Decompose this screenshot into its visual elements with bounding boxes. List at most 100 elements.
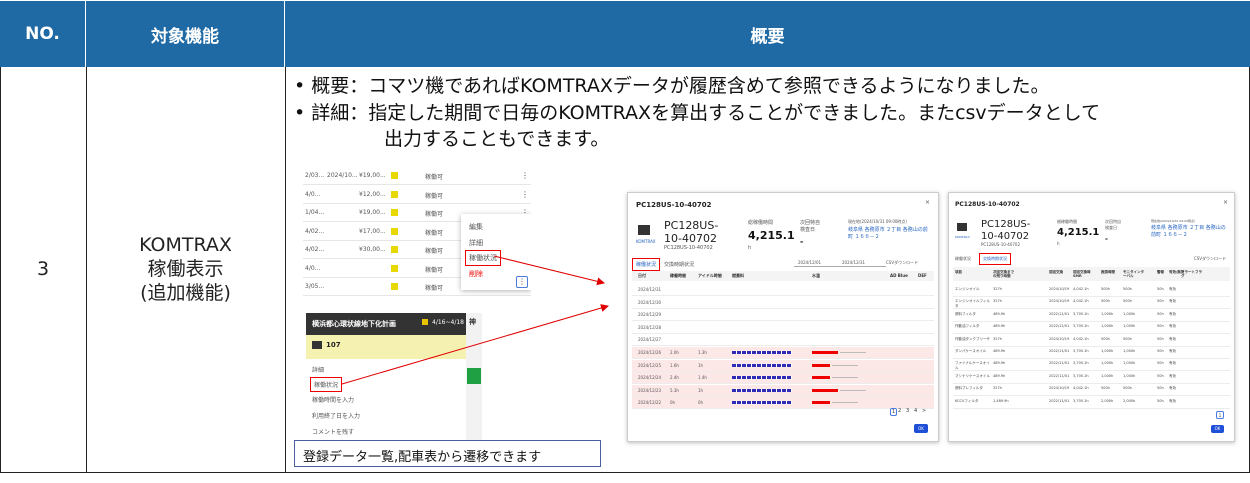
location-value: 岐阜県 各務原市 ２丁目 各務山の前町 １６６－２ [848, 227, 928, 240]
detail-hours: 0h [670, 400, 676, 406]
csv-download-button[interactable]: CSVダウンロード [886, 260, 918, 266]
parts-col-header: 推奨時間 [1101, 270, 1115, 274]
parts-remaining: 327h [993, 336, 1002, 341]
detail-row-bg [632, 309, 934, 322]
parts-smr: 3,705.1h [1073, 373, 1089, 378]
page-number[interactable]: 2 [898, 408, 901, 414]
detail-idle: 1h [698, 362, 704, 368]
page-number[interactable]: 4 [914, 408, 917, 414]
menu-item-detail[interactable]: 詳細 [469, 238, 483, 248]
parts-row-divider [953, 308, 1230, 310]
ok-button[interactable]: OK [914, 424, 928, 433]
caption-box: 登録データ一覧,配車表から遷移できます [294, 440, 601, 467]
status-swatch [391, 246, 398, 253]
menu-item-status[interactable]: 稼働状況 [465, 250, 501, 266]
detail-col-header: AD Blue [890, 273, 908, 278]
parts-row-divider [953, 382, 1230, 384]
water-temp-track [840, 389, 866, 391]
close-icon[interactable]: × [1223, 199, 1228, 206]
list-cell-status: 稼働可 [425, 229, 444, 237]
parts-smr: 3,705.1h [1073, 324, 1089, 329]
list-cell-price: ¥17,00... [359, 227, 386, 235]
page-1[interactable]: 1 [1216, 411, 1224, 419]
parts-item-name: エンジンオイルフィルタ [955, 299, 990, 308]
date-to[interactable]: 2024/12/31 [842, 260, 865, 265]
water-temp-bar [812, 351, 838, 354]
schedule-menu-comment[interactable]: コメントを残す [312, 427, 354, 436]
menu-item-delete[interactable]: 削除 [469, 269, 483, 279]
parts-col-header: 前回交換時SMR [1073, 270, 1091, 279]
ok-button[interactable]: OK [1211, 425, 1224, 433]
detail-date: 2024/12/28 [638, 324, 662, 330]
detail-date: 2024/12/29 [638, 312, 662, 318]
list-cell-date: 4/0... [305, 190, 321, 198]
list-cell-status: 稼働可 [425, 285, 444, 292]
parts-enabled: 有効 [1169, 287, 1176, 291]
list-cell-date: 3/05... [305, 283, 325, 290]
column-divider [285, 67, 286, 473]
parts-item-name: ファイナルケースオイル [955, 361, 990, 370]
schedule-menu-detail[interactable]: 詳細 [312, 365, 324, 374]
schedule-menu-hours[interactable]: 稼働時間を入力 [312, 395, 354, 404]
more-icon[interactable]: ⋮ [516, 276, 528, 288]
model-name: PC128US- [981, 219, 1031, 230]
schedule-menu-status[interactable]: 稼働状況 [310, 377, 343, 392]
parts-row-divider [953, 395, 1230, 397]
parts-last: 2022/11/01 [1049, 349, 1070, 353]
csv-download-button[interactable]: CSVダウンロード [1194, 256, 1226, 262]
schedule-menu-enddate[interactable]: 利用終了日を入力 [312, 411, 360, 420]
list-screenshot: 2/03... 2024/10... ¥19,00... 稼働可 ⋮ 4/0... ¥12,… [303, 166, 531, 309]
date-from[interactable]: 2024/12/01 [798, 260, 821, 265]
status-swatch [391, 227, 398, 235]
row-divider [303, 295, 531, 296]
parts-enabled: 有効 [1169, 386, 1176, 391]
fuel-bar [732, 363, 792, 367]
tab-exchange-status[interactable]: 交換時期状況 [664, 261, 694, 268]
menu-item-edit[interactable]: 編集 [469, 222, 483, 232]
parts-smr: 4,042.1h [1073, 299, 1089, 304]
water-temp-bar [812, 376, 830, 380]
list-cell-status: 稼働可 [425, 192, 444, 200]
list-cell-price: ¥19,00... [359, 172, 386, 179]
page-number[interactable]: > [922, 408, 926, 414]
parts-remaining: 489.9h [993, 361, 1006, 366]
detail-date: 2024/12/22 [638, 400, 662, 406]
page-number[interactable]: 1 [890, 408, 898, 416]
excavator-icon [312, 341, 322, 349]
total-hours-label: 総稼働時間 [748, 220, 774, 226]
parts-remaining: 327h [993, 299, 1002, 304]
list-cell-date: 4/0... [305, 264, 321, 272]
tab-exchange-status[interactable]: 交換時期状況 [979, 253, 1011, 265]
parts-row-divider [953, 333, 1230, 335]
row-menu-icon[interactable]: ⋮ [521, 171, 529, 180]
next-inspection-label: 次回特自 検査日 [800, 220, 821, 233]
parts-recommended: 1,000h [1101, 311, 1114, 316]
detail-hours: 2.4h [670, 375, 679, 381]
detail-bullet-cont: 出力することもできます。 [384, 128, 610, 150]
parts-monitor: 500h [1123, 287, 1132, 291]
next-inspection-value: - [1105, 235, 1108, 243]
parts-remaining: 327h [993, 287, 1002, 291]
schedule-title: 横浜都心環状線地下化計画 [312, 320, 396, 328]
tab-operation-status[interactable]: 稼働状況 [632, 258, 661, 271]
tab-operation-status[interactable]: 稼働状況 [955, 256, 971, 262]
model-name: PC128US- [664, 219, 719, 232]
status-swatch [391, 209, 398, 216]
header-summary: 概要 [285, 1, 1250, 67]
parts-monitor: 500h [1123, 299, 1132, 304]
row-menu-icon[interactable]: ⋮ [521, 190, 529, 199]
water-temp-track [832, 364, 858, 366]
parts-item-name: KCCVフィルタ [955, 398, 979, 403]
parts-item-name: マシナリケースオイル [955, 373, 990, 378]
parts-smr: 4,042.1h [1073, 386, 1089, 391]
detail-idle: 1.3h [698, 350, 707, 355]
parts-last: 2024/10/19 [1049, 299, 1070, 304]
close-icon[interactable]: × [925, 199, 930, 206]
parts-smr: 4,042.1h [1073, 336, 1089, 341]
page-number[interactable]: 3 [906, 408, 909, 414]
detail-col-header: 日付 [638, 273, 646, 278]
parts-alarm: 50h [1157, 349, 1164, 353]
parts-alarm: 50h [1157, 373, 1164, 378]
parts-smr: 4,042.1h [1073, 287, 1089, 291]
parts-monitor: 1,000h [1123, 373, 1136, 378]
